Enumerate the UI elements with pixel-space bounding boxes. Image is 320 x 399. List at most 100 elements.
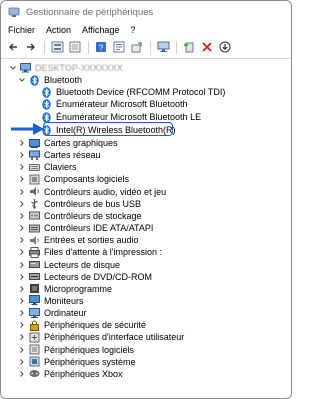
highlight-box [43,122,173,136]
network-adapter-icon [29,150,40,161]
chevron-right-icon[interactable] [18,151,26,159]
device-bluetooth-enumerator[interactable]: Énumérateur Microsoft Bluetooth [38,98,188,110]
chevron-right-icon[interactable] [18,175,26,183]
chevron-right-icon[interactable] [18,309,26,317]
chevron-right-icon[interactable] [18,212,26,220]
category-row[interactable]: Périphériques de sécurité [18,319,146,331]
chevron-right-icon[interactable] [18,261,26,269]
download-icon[interactable] [218,40,232,54]
monitor-icon [29,295,40,306]
chevron-right-icon[interactable] [18,358,26,366]
add-driver-icon[interactable] [182,40,196,54]
category-row[interactable]: Contrôleurs de stockage [18,210,142,222]
menu-help[interactable]: ? [130,25,135,35]
chevron-right-icon[interactable] [18,200,26,208]
xbox-device-icon [29,368,40,379]
disk-drive-icon [29,259,40,270]
forward-arrow-icon[interactable] [24,40,38,54]
chevron-right-icon[interactable] [18,236,26,244]
chevron-right-icon[interactable] [18,285,26,293]
title-bar: Gestionnaire de périphériques [1,1,291,23]
category-label: Périphériques système [44,356,136,367]
keyboard-icon [29,162,40,173]
category-row[interactable]: Microprogramme [18,283,112,295]
category-row[interactable]: Contrôleurs de bus USB [18,198,141,210]
scan-hardware-icon[interactable] [156,40,170,54]
chevron-right-icon[interactable] [18,370,26,378]
arrow-pointer-icon [11,123,44,135]
category-row[interactable]: Lecteurs de disque [18,259,120,271]
device-label: Bluetooth Device (RFCOMM Protocol TDI) [56,87,226,97]
toolbar-separator [150,40,151,54]
software-device-icon [29,344,40,355]
chevron-right-icon[interactable] [18,346,26,354]
category-label: Files d'attente à l'impression : [44,247,162,258]
category-row[interactable]: Cartes graphiques [18,137,118,149]
category-row[interactable]: Lecteurs de DVD/CD-ROM [18,271,152,283]
toolbar-separator [176,40,177,54]
bluetooth-icon [41,98,52,110]
device-tree: DESKTOP-XXXXXXX Bluetooth Bluetooth Devi… [1,58,291,398]
category-label: Microprogramme [44,283,113,294]
chevron-right-icon[interactable] [18,188,26,196]
chevron-right-icon[interactable] [18,333,26,341]
category-row[interactable]: Périphériques d'interface utilisateur [18,331,184,343]
category-label: Entrées et sorties audio [44,235,139,246]
usb-controller-icon [29,198,40,209]
chevron-down-icon[interactable] [9,64,17,72]
category-label: Moniteurs [44,295,84,306]
device-bluetooth-rfcomm[interactable]: Bluetooth Device (RFCOMM Protocol TDI) [38,86,225,98]
menu-action[interactable]: Action [46,25,71,35]
category-label: Contrôleurs audio, vidéo et jeu [44,186,167,197]
menu-fichier[interactable]: Fichier [8,25,35,35]
category-label: Périphériques Xbox [44,368,123,379]
ide-controller-icon [29,223,40,234]
chevron-right-icon[interactable] [18,139,26,147]
chevron-right-icon[interactable] [18,321,26,329]
category-bluetooth[interactable]: Bluetooth [18,74,82,86]
properties-sheet-icon[interactable] [112,40,126,54]
bluetooth-icon [29,74,40,86]
category-label: Lecteurs de DVD/CD-ROM [44,271,153,282]
category-row[interactable]: Cartes réseau [18,149,101,161]
uninstall-icon[interactable] [200,40,214,54]
category-row[interactable]: Périphériques Xbox [18,368,123,380]
chevron-right-icon[interactable] [18,297,26,305]
category-row[interactable]: Périphériques système [18,356,136,368]
tree-root-row[interactable]: DESKTOP-XXXXXXX [9,62,123,74]
show-hidden-icon[interactable] [50,40,64,54]
category-row[interactable]: Ordinateur [18,307,87,319]
menu-affichage[interactable]: Affichage [82,25,119,35]
category-row[interactable]: Claviers [18,161,77,173]
category-row[interactable]: Périphériques logiciels [18,344,134,356]
category-label: Composants logiciels [44,174,130,185]
chevron-right-icon[interactable] [18,248,26,256]
svg-text:?: ? [99,44,104,53]
category-row[interactable]: Moniteurs [18,295,84,307]
properties-icon[interactable] [68,40,82,54]
chevron-down-icon[interactable] [18,76,26,84]
category-row[interactable]: Files d'attente à l'impression : [18,246,162,258]
chevron-right-icon[interactable] [18,163,26,171]
category-row[interactable]: Contrôleurs IDE ATA/ATAPI [18,222,153,234]
category-label: Cartes graphiques [44,138,118,148]
category-label: Périphériques de sécurité [44,320,147,331]
category-label: Contrôleurs IDE ATA/ATAPI [44,223,154,234]
toolbar: ? [1,38,291,56]
category-row[interactable]: Composants logiciels [18,173,129,185]
chevron-right-icon[interactable] [18,273,26,281]
security-device-icon [29,320,40,331]
update-driver-icon[interactable] [130,40,144,54]
category-row[interactable]: Entrées et sorties audio [18,234,139,246]
device-label: Énumérateur Microsoft Bluetooth [56,99,188,109]
device-manager-window: Gestionnaire de périphériques Fichier Ac… [0,0,292,399]
audio-controller-icon [29,186,40,197]
hid-device-icon [29,332,40,343]
category-row[interactable]: Contrôleurs audio, vidéo et jeu [18,186,166,198]
category-label: Lecteurs de disque [44,259,121,270]
back-arrow-icon[interactable] [6,40,20,54]
toolbar-separator [88,40,89,54]
help-icon[interactable]: ? [94,40,108,54]
chevron-right-icon[interactable] [18,224,26,232]
category-label: Périphériques d'interface utilisateur [44,332,185,343]
